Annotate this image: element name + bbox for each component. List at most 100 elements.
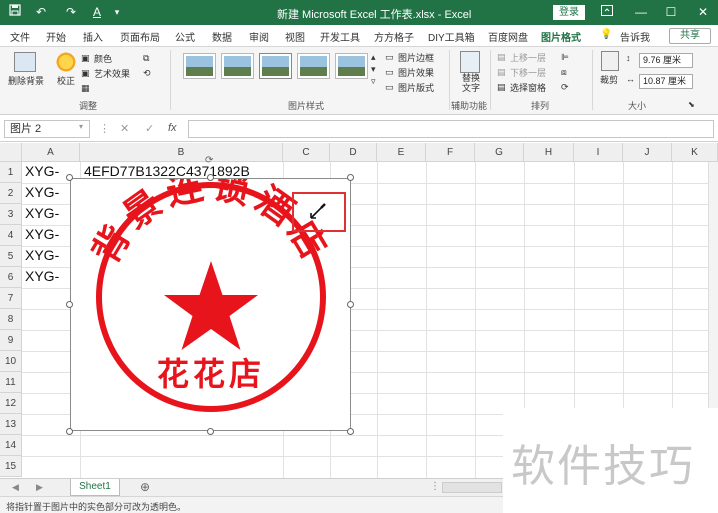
tab-review[interactable]: 审阅	[249, 29, 269, 44]
height-input[interactable]: 9.76 厘米	[639, 53, 693, 68]
picture-style-thumb[interactable]	[221, 53, 254, 79]
selection-pane-icon[interactable]: ▤	[497, 82, 506, 93]
cell-b1[interactable]: 4EFD77B1322C4371892B	[84, 163, 250, 179]
share-button[interactable]: 共享	[669, 28, 711, 44]
name-box[interactable]: 图片 2	[4, 120, 90, 138]
styles-scroll-up-icon[interactable]: ▴	[371, 52, 376, 63]
picture-style-thumb[interactable]	[183, 53, 216, 79]
corrections-icon[interactable]	[55, 51, 77, 73]
styles-more-icon[interactable]: ▿	[371, 76, 376, 87]
picture-style-thumb[interactable]	[297, 53, 330, 79]
selection-pane-button[interactable]: 选择窗格	[510, 81, 546, 94]
cell-a2[interactable]: XYG-	[25, 184, 59, 200]
artistic-effects-icon[interactable]: ▣	[81, 68, 90, 79]
row-header[interactable]: 10	[0, 351, 22, 372]
picture-effects-button[interactable]: 图片效果	[398, 66, 434, 79]
customize-icon[interactable]: ▾	[108, 4, 126, 21]
row-header[interactable]: 5	[0, 246, 22, 267]
undo-icon[interactable]: ↶	[32, 4, 50, 21]
align-icon[interactable]: ⊫	[561, 52, 569, 63]
alt-text-button[interactable]: 替换 文字	[462, 73, 480, 93]
cell-a1[interactable]: XYG-	[25, 163, 59, 179]
tab-diy-tools[interactable]: DIY工具箱	[428, 29, 475, 44]
picture-effects-icon[interactable]: ▭	[385, 67, 394, 78]
formula-input[interactable]	[188, 120, 714, 138]
tab-page-layout[interactable]: 页面布局	[120, 29, 160, 44]
rotate-handle-icon[interactable]: ⟳	[205, 156, 215, 166]
column-header-k[interactable]: K	[672, 143, 718, 162]
size-launcher-icon[interactable]: ⬊	[688, 100, 695, 109]
row-header[interactable]: 15	[0, 456, 22, 477]
reset-picture-icon[interactable]: ⟲	[143, 68, 151, 79]
picture-border-button[interactable]: 图片边框	[398, 51, 434, 64]
row-header[interactable]: 3	[0, 204, 22, 225]
styles-scroll-down-icon[interactable]: ▾	[371, 64, 376, 75]
row-header[interactable]: 7	[0, 288, 22, 309]
row-header[interactable]: 9	[0, 330, 22, 351]
picture-layout-icon[interactable]: ▭	[385, 82, 394, 93]
column-header-i[interactable]: I	[574, 143, 623, 162]
tab-picture-format[interactable]: 图片格式	[541, 29, 581, 44]
change-picture-icon[interactable]: ⧉	[143, 53, 149, 64]
row-header[interactable]: 2	[0, 183, 22, 204]
crop-icon[interactable]	[601, 51, 619, 71]
row-header[interactable]: 13	[0, 414, 22, 435]
tab-view[interactable]: 视图	[285, 29, 305, 44]
row-header[interactable]: 4	[0, 225, 22, 246]
resize-handle[interactable]	[347, 174, 354, 181]
cell-a5[interactable]: XYG-	[25, 247, 59, 263]
resize-handle[interactable]	[66, 428, 73, 435]
minimize-icon[interactable]: —	[630, 4, 652, 21]
width-input[interactable]: 10.87 厘米	[639, 74, 693, 89]
send-backward-icon[interactable]: ▤	[497, 67, 506, 78]
select-all-corner[interactable]	[0, 143, 22, 162]
resize-handle[interactable]	[66, 174, 73, 181]
artistic-effects-button[interactable]: 艺术效果	[94, 67, 130, 80]
name-box-dropdown-icon[interactable]: ▾	[79, 122, 83, 131]
sheet-tab-sheet1[interactable]: Sheet1	[70, 479, 120, 496]
tab-insert[interactable]: 插入	[83, 29, 103, 44]
row-header[interactable]: 8	[0, 309, 22, 330]
row-header[interactable]: 11	[0, 372, 22, 393]
font-color-icon[interactable]: A	[88, 4, 106, 21]
login-button[interactable]: 登录	[553, 5, 585, 20]
row-header[interactable]: 14	[0, 435, 22, 456]
column-header-a[interactable]: A	[22, 143, 80, 162]
compress-icon[interactable]: ▦	[81, 83, 90, 94]
tell-me[interactable]: 告诉我	[620, 29, 650, 44]
remove-background-icon[interactable]	[14, 52, 36, 72]
cell-a3[interactable]: XYG-	[25, 205, 59, 221]
resize-handle[interactable]	[207, 428, 214, 435]
scroll-right-icon[interactable]: ▶	[36, 482, 43, 493]
column-header-e[interactable]: E	[377, 143, 426, 162]
group-icon[interactable]: ⧈	[561, 67, 567, 78]
color-button[interactable]: 颜色	[94, 52, 112, 65]
crop-button[interactable]: 裁剪	[600, 73, 618, 86]
bring-forward-button[interactable]: 上移一层	[510, 51, 546, 64]
column-header-c[interactable]: C	[283, 143, 330, 162]
tab-data[interactable]: 数据	[212, 29, 232, 44]
more-icon[interactable]: ⋮	[99, 122, 110, 135]
redo-icon[interactable]: ↷	[62, 4, 80, 21]
picture-style-thumb[interactable]	[335, 53, 368, 79]
tab-file[interactable]: 文件	[10, 29, 30, 44]
tab-formulas[interactable]: 公式	[175, 29, 195, 44]
column-header-g[interactable]: G	[475, 143, 524, 162]
ribbon-display-icon[interactable]	[596, 4, 618, 21]
corrections-button[interactable]: 校正	[57, 74, 75, 87]
row-header[interactable]: 6	[0, 267, 22, 288]
tab-fangfang[interactable]: 方方格子	[374, 29, 414, 44]
insert-function-icon[interactable]: fx	[168, 122, 177, 134]
row-header[interactable]: 12	[0, 393, 22, 414]
color-icon[interactable]: ▣	[81, 53, 90, 64]
resize-handle[interactable]	[347, 428, 354, 435]
tab-baidu-disk[interactable]: 百度网盘	[488, 29, 528, 44]
column-header-d[interactable]: D	[330, 143, 377, 162]
row-header[interactable]: 1	[0, 162, 22, 183]
resize-handle[interactable]	[207, 174, 214, 181]
cancel-icon[interactable]: ✕	[120, 122, 129, 135]
resize-handle[interactable]	[347, 301, 354, 308]
save-icon[interactable]	[6, 4, 24, 21]
remove-background-button[interactable]: 删除背景	[8, 74, 44, 87]
sheet-options-icon[interactable]: ⋮	[430, 481, 440, 492]
